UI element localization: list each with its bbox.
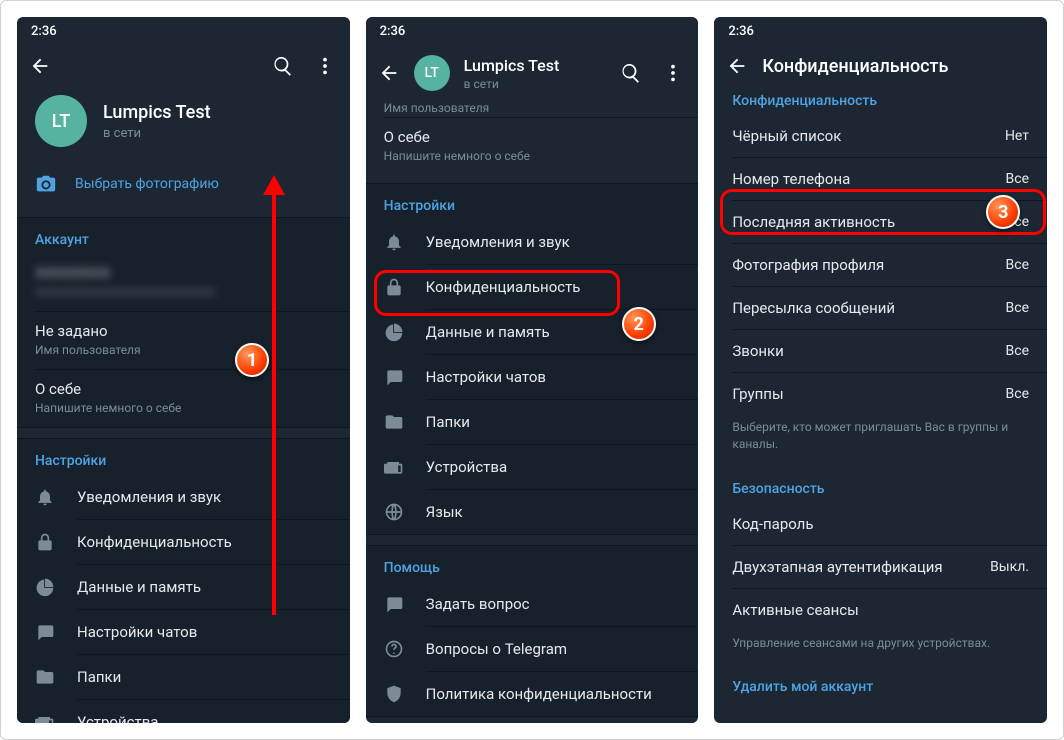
bell-icon — [384, 232, 404, 252]
settings-privacy[interactable]: Конфиденциальность — [17, 520, 350, 564]
security-sessions[interactable]: Активные сеансы — [714, 589, 1047, 631]
help-policy[interactable]: Политика конфиденциальности — [366, 672, 699, 716]
clock: 2:36 — [380, 24, 406, 39]
page-title: Конфиденциальность — [762, 56, 1039, 77]
settings-language[interactable]: Язык — [366, 490, 699, 534]
back-icon[interactable] — [726, 55, 748, 77]
more-icon[interactable] — [314, 55, 336, 77]
settings-data[interactable]: Данные и память — [366, 310, 699, 354]
status-bar: 2:36 — [17, 17, 350, 45]
username-value: Не задано — [35, 322, 332, 340]
settings-chat[interactable]: Настройки чатов — [366, 355, 699, 399]
profile-status: в сети — [103, 126, 211, 141]
search-icon[interactable] — [620, 62, 642, 84]
chat-icon — [384, 594, 404, 614]
bell-icon — [35, 487, 55, 507]
security-passcode[interactable]: Код-пароль — [714, 503, 1047, 545]
devices-icon — [35, 712, 55, 723]
settings-privacy[interactable]: Конфиденциальность — [366, 265, 699, 309]
about-row[interactable]: О себе Напишите немного о себе — [366, 118, 699, 175]
privacy-blacklist[interactable]: Чёрный список Нет — [714, 115, 1047, 157]
app-bar: Конфиденциальность — [714, 45, 1047, 87]
set-photo-label: Выбрать фотографию — [75, 176, 219, 192]
about-value: О себе — [384, 128, 681, 146]
settings-devices[interactable]: Устройства — [17, 700, 350, 723]
chat-icon — [35, 622, 55, 642]
globe-icon — [384, 502, 404, 522]
app-bar — [17, 45, 350, 87]
profile-status: в сети — [464, 77, 607, 91]
privacy-note: Выберите, кто может приглашать Вас в гру… — [714, 415, 1047, 467]
privacy-groups[interactable]: Группы Все — [714, 373, 1047, 415]
section-account: Аккаунт — [17, 218, 350, 254]
lock-icon — [35, 532, 55, 552]
avatar[interactable]: LT — [414, 55, 450, 91]
status-bar: 2:36 — [366, 17, 699, 45]
app-bar: LT Lumpics Test в сети — [366, 45, 699, 97]
set-photo-row[interactable]: Выбрать фотографию — [17, 161, 350, 209]
settings-folders[interactable]: Папки — [17, 655, 350, 699]
privacy-forward[interactable]: Пересылка сообщений Все — [714, 287, 1047, 329]
delete-account[interactable]: Удалить мой аккаунт — [714, 665, 1047, 701]
status-bar: 2:36 — [714, 17, 1047, 45]
chat-icon — [384, 367, 404, 387]
privacy-calls[interactable]: Звонки Все — [714, 330, 1047, 372]
username-label: Имя пользователя — [35, 343, 332, 357]
shield-icon — [384, 684, 404, 704]
pie-icon — [35, 577, 55, 597]
back-icon[interactable] — [378, 62, 400, 84]
username-row[interactable]: Не задано Имя пользователя — [17, 312, 350, 369]
clock: 2:36 — [728, 24, 754, 39]
pie-icon — [384, 322, 404, 342]
clock: 2:36 — [31, 24, 57, 39]
folder-icon — [35, 667, 55, 687]
about-value: О себе — [35, 380, 332, 398]
avatar[interactable]: LT — [35, 95, 87, 147]
more-icon[interactable] — [662, 62, 684, 84]
section-privacy: Конфиденциальность — [714, 87, 1047, 115]
about-row[interactable]: О себе Напишите немного о себе — [17, 370, 350, 427]
profile-header: LT Lumpics Test в сети — [17, 87, 350, 161]
section-settings: Настройки — [366, 184, 699, 220]
about-label: Напишите немного о себе — [35, 401, 332, 415]
settings-notifications[interactable]: Уведомления и звук — [17, 475, 350, 519]
camera-icon — [35, 173, 57, 195]
section-help: Помощь — [366, 546, 699, 582]
search-icon[interactable] — [272, 55, 294, 77]
settings-devices[interactable]: Устройства — [366, 445, 699, 489]
security-twostep[interactable]: Двухэтапная аутентификация Выкл. — [714, 546, 1047, 588]
privacy-lastseen[interactable]: Последняя активность Все — [714, 201, 1047, 243]
profile-name: Lumpics Test — [464, 56, 607, 75]
account-phone-row[interactable]: XXXXXXXX XXXXXXXXXXXXXXXXXXXXXXXX — [17, 254, 350, 311]
help-ask[interactable]: Задать вопрос — [366, 582, 699, 626]
profile-name: Lumpics Test — [103, 102, 211, 123]
about-label: Напишите немного о себе — [384, 149, 681, 163]
version-text: Telegram для Android v7.2.1 (2139) arm64… — [366, 717, 699, 723]
section-settings: Настройки — [17, 439, 350, 475]
settings-notifications[interactable]: Уведомления и звук — [366, 220, 699, 264]
privacy-phone[interactable]: Номер телефона Все — [714, 158, 1047, 200]
security-note: Управление сеансами на других устройства… — [714, 631, 1047, 666]
devices-icon — [384, 457, 404, 477]
back-icon[interactable] — [29, 55, 51, 77]
privacy-photo[interactable]: Фотография профиля Все — [714, 244, 1047, 286]
settings-data[interactable]: Данные и память — [17, 565, 350, 609]
settings-chat[interactable]: Настройки чатов — [17, 610, 350, 654]
settings-folders[interactable]: Папки — [366, 400, 699, 444]
folder-icon — [384, 412, 404, 432]
lock-icon — [384, 277, 404, 297]
section-security: Безопасность — [714, 467, 1047, 503]
username-label: Имя пользователя — [384, 101, 681, 115]
question-icon — [384, 639, 404, 659]
help-faq[interactable]: Вопросы о Telegram — [366, 627, 699, 671]
